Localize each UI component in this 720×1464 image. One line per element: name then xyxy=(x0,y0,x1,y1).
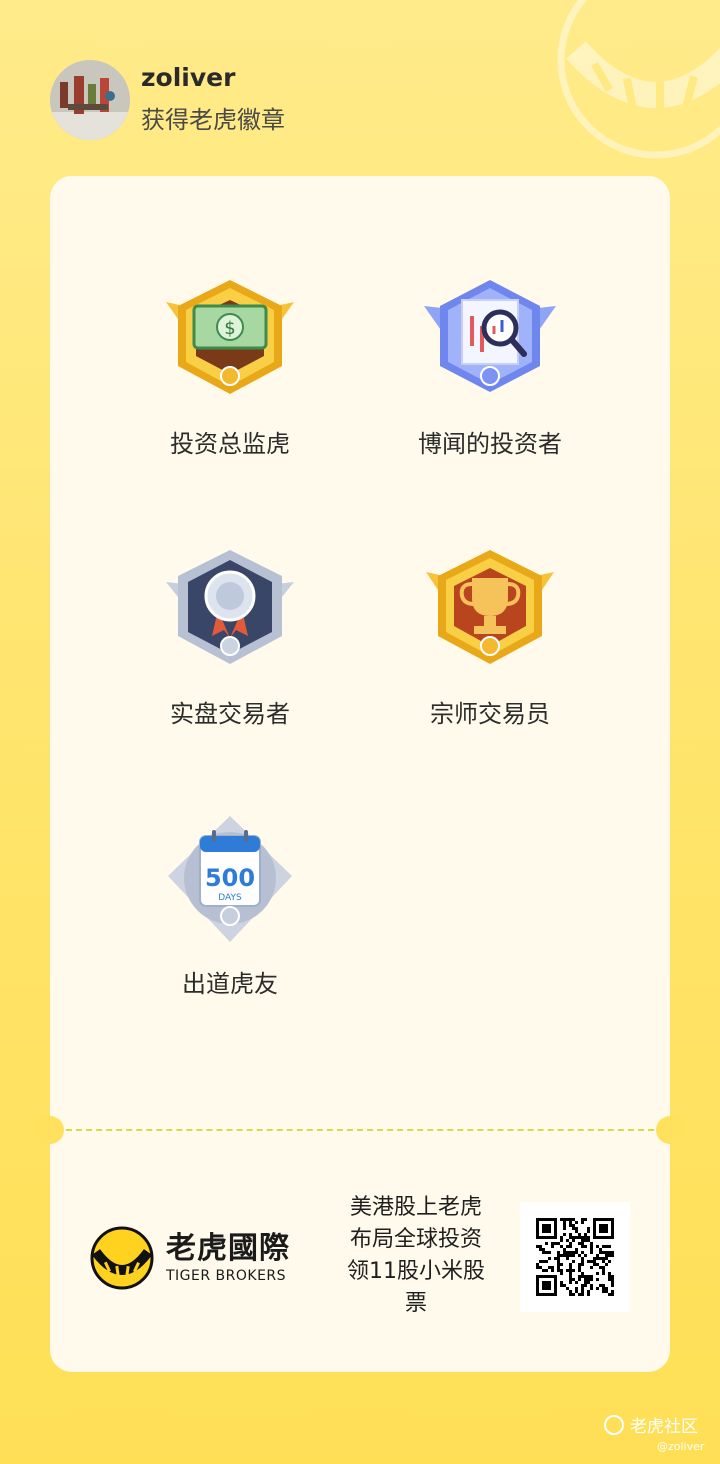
tiger-logo-watermark-icon xyxy=(557,0,720,159)
tiger-community-icon xyxy=(604,1414,624,1435)
badge-item[interactable]: 博闻的投资者 xyxy=(380,276,600,459)
avatar[interactable] xyxy=(50,60,130,140)
tiger-brokers-logo: 老虎國際 TIGER BROKERS xyxy=(90,1226,290,1290)
badge-name: 宗师交易员 xyxy=(430,700,550,728)
card-notch-left xyxy=(36,1116,64,1144)
badge-name: 实盘交易者 xyxy=(170,700,290,728)
calendar-number: 500 xyxy=(205,864,255,892)
magnifier-chart-badge-icon xyxy=(420,276,560,406)
badge-name: 博闻的投资者 xyxy=(418,430,562,458)
badge-item[interactable]: 宗师交易员 xyxy=(380,546,600,729)
promo-line: 美港股上老虎 xyxy=(349,1195,482,1220)
badge-name: 投资总监虎 xyxy=(170,430,290,458)
promo-line: 领11股小米股 xyxy=(347,1259,485,1284)
watermark-text: 老虎社区 xyxy=(630,1417,698,1437)
promo-line: 票 xyxy=(404,1291,427,1316)
badge-item[interactable]: 500 DAYS 出道虎友 xyxy=(120,816,340,999)
svg-text:$: $ xyxy=(224,318,235,339)
community-watermark: 老虎社区 xyxy=(604,1412,698,1437)
card-notch-right xyxy=(656,1116,684,1144)
username: zoliver xyxy=(141,63,236,92)
promo-text: 美港股上老虎 布局全球投资 领11股小米股 票 xyxy=(336,1192,496,1320)
calendar-unit: DAYS xyxy=(218,893,242,903)
badge-item[interactable]: $ 投资总监虎 xyxy=(120,276,340,459)
user-header: zoliver 获得老虎徽章 xyxy=(50,58,285,142)
calendar-badge-icon: 500 DAYS xyxy=(160,816,300,946)
badge-name: 出道虎友 xyxy=(182,970,278,998)
promo-line: 布局全球投资 xyxy=(349,1227,482,1252)
money-badge-icon: $ xyxy=(160,276,300,406)
silver-medal-badge-icon xyxy=(160,546,300,676)
watermark-handle: @zoliver xyxy=(657,1440,705,1453)
page-subtitle: 获得老虎徽章 xyxy=(141,106,285,134)
qr-code-icon[interactable] xyxy=(520,1202,630,1312)
tiger-logo-icon xyxy=(90,1226,154,1290)
trophy-badge-icon xyxy=(420,546,560,676)
brand-name-en: TIGER BROKERS xyxy=(166,1268,287,1284)
card-divider xyxy=(66,1129,654,1131)
brand-name-cn: 老虎國際 xyxy=(166,1231,290,1266)
badge-item[interactable]: 实盘交易者 xyxy=(120,546,340,729)
